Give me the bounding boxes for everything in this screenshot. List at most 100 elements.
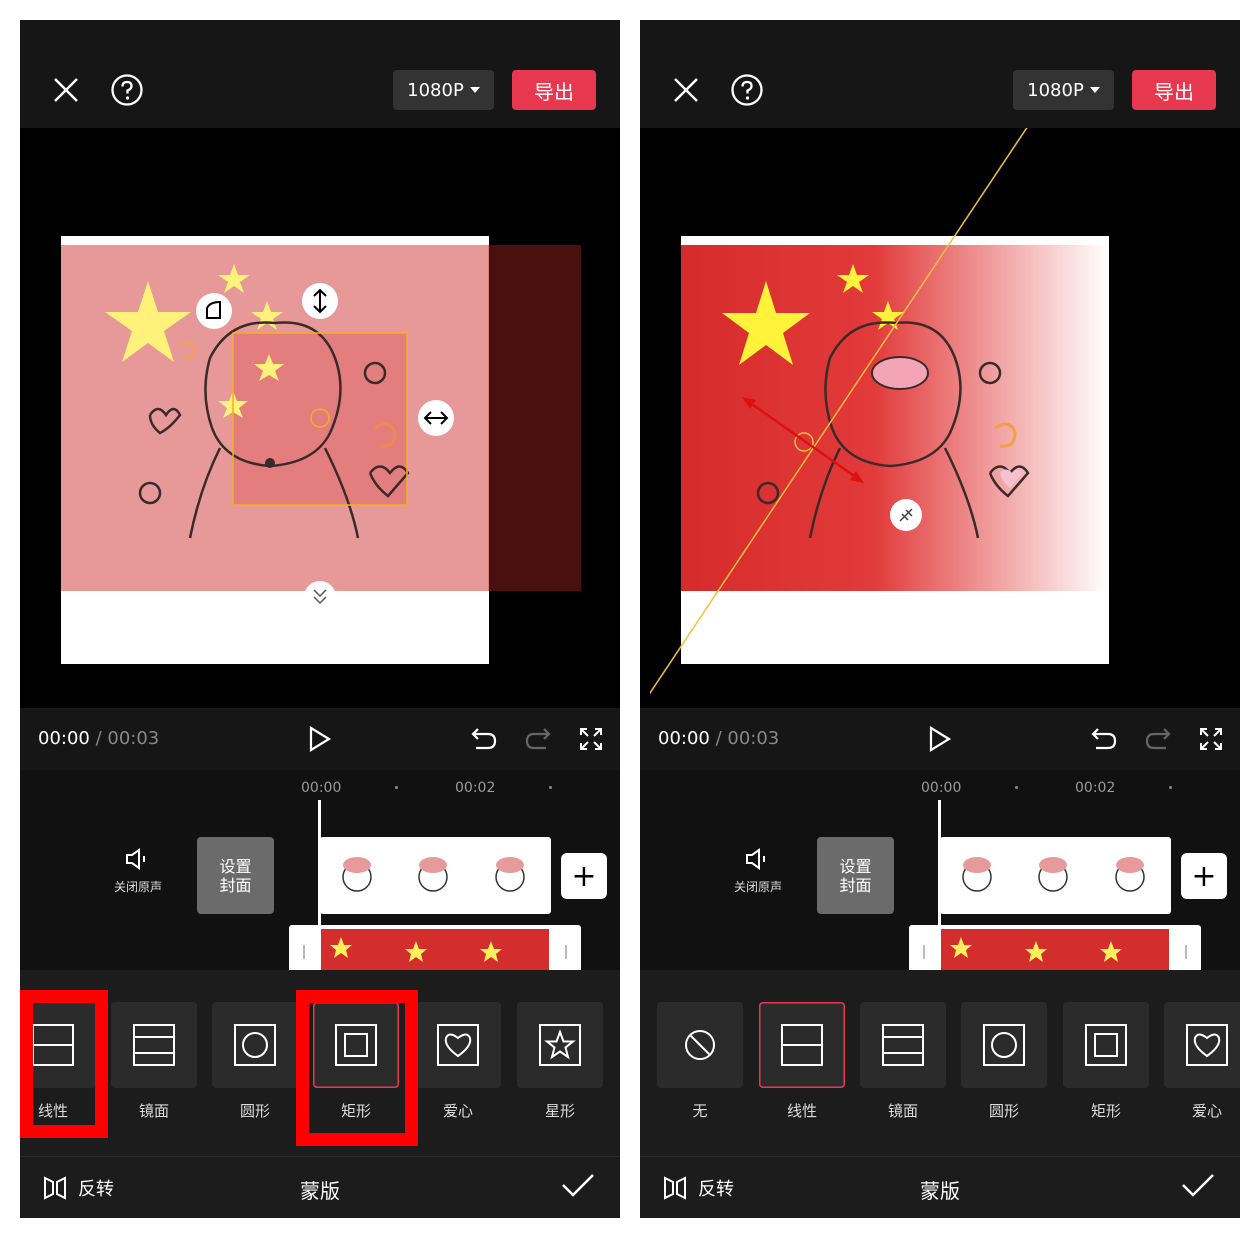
mask-linear-button[interactable] — [759, 1002, 845, 1088]
time-display: 00:00 / 00:03 — [658, 728, 779, 749]
mask-options: 线性 镜面 圆形 矩形 爱心 星形 — [20, 970, 620, 1156]
panel-title: 蒙版 — [300, 1179, 340, 1203]
preview-canvas[interactable] — [30, 128, 610, 708]
mask-heart-button[interactable] — [415, 1002, 501, 1088]
feather-handle — [890, 499, 922, 531]
cover-label: 设置封面 — [219, 856, 252, 895]
mask-label: 圆形 — [239, 1102, 270, 1120]
add-clip-button[interactable]: + — [1181, 853, 1227, 899]
total-time: 00:03 — [727, 728, 780, 749]
mask-none-button[interactable] — [657, 1002, 743, 1088]
mask-label: 星形 — [544, 1102, 575, 1120]
set-cover-button[interactable]: 设置封面 — [817, 837, 894, 914]
check-icon[interactable] — [1180, 1171, 1220, 1207]
play-icon[interactable] — [921, 720, 959, 758]
redo-icon[interactable] — [1139, 720, 1177, 758]
cover-label: 设置封面 — [839, 856, 872, 895]
set-cover-button[interactable]: 设置封面 — [197, 837, 274, 914]
mask-circle-button[interactable] — [961, 1002, 1047, 1088]
playback-bar: 00:00 / 00:03 — [640, 708, 1240, 770]
export-button[interactable]: 导出 — [1132, 70, 1216, 110]
video-clip[interactable] — [940, 837, 1171, 914]
editor-screen-right: 1080P 导出 00:00 / 00:03 00:00 00:02 关闭原声 … — [640, 20, 1240, 1218]
ruler-label: 00:02 — [455, 780, 496, 796]
ruler-dot — [1169, 786, 1172, 789]
trim-handle-right[interactable] — [565, 945, 567, 959]
top-bar: 1080P 导出 — [20, 20, 620, 128]
trim-handle-left[interactable] — [923, 945, 925, 959]
trim-handle-left[interactable] — [303, 945, 305, 959]
mask-label: 镜面 — [887, 1102, 918, 1120]
check-icon[interactable] — [560, 1171, 600, 1207]
time-separator: / — [89, 728, 108, 749]
mute-label: 关闭原声 — [733, 880, 782, 894]
trim-handle-right[interactable] — [1185, 945, 1187, 959]
time-display: 00:00 / 00:03 — [38, 728, 159, 749]
rectangle-icon — [1085, 1024, 1127, 1066]
mask-rectangle-button[interactable] — [1063, 1002, 1149, 1088]
close-icon[interactable] — [666, 70, 706, 110]
speaker-icon — [746, 848, 765, 870]
preview-image — [650, 128, 1109, 695]
mute-label: 关闭原声 — [113, 880, 162, 894]
undo-icon[interactable] — [1085, 720, 1123, 758]
overlay-clip[interactable] — [289, 925, 581, 970]
mask-heart-button[interactable] — [1164, 1002, 1240, 1088]
current-time: 00:00 — [658, 728, 710, 749]
flag-clip-thumbnail — [321, 929, 549, 970]
resolution-label: 1080P — [407, 79, 464, 101]
add-clip-button[interactable]: + — [561, 853, 607, 899]
preview-image — [61, 236, 581, 664]
mirror-icon — [133, 1024, 175, 1066]
timeline[interactable]: 00:00 00:02 关闭原声 设置封面 + — [640, 770, 1240, 970]
mask-options: 无 线性 镜面 圆形 矩形 爱心 — [640, 970, 1240, 1156]
linear-icon — [781, 1024, 823, 1066]
circle-icon — [234, 1024, 276, 1066]
mask-label: 爱心 — [442, 1102, 473, 1120]
mask-star-button[interactable] — [517, 1002, 603, 1088]
preview-canvas[interactable] — [650, 128, 1230, 708]
help-icon[interactable] — [727, 70, 767, 110]
time-separator: / — [709, 728, 728, 749]
fullscreen-icon[interactable] — [1192, 720, 1230, 758]
top-bar: 1080P 导出 — [640, 20, 1240, 128]
mirror-icon — [882, 1024, 924, 1066]
bottom-bar: 反转 蒙版 — [20, 1156, 620, 1218]
mask-circle-button[interactable] — [212, 1002, 298, 1088]
flag-clip-thumbnail — [941, 929, 1169, 970]
video-clip[interactable] — [320, 837, 551, 914]
timeline[interactable]: 00:00 00:02 关闭原声 设置封面 + — [20, 770, 620, 970]
mask-label: 圆形 — [988, 1102, 1019, 1120]
bottom-bar: 反转 蒙版 — [640, 1156, 1240, 1218]
fullscreen-icon[interactable] — [572, 720, 610, 758]
undo-icon[interactable] — [465, 720, 503, 758]
height-handle — [302, 283, 338, 319]
current-time: 00:00 — [38, 728, 90, 749]
mask-mirror-button[interactable] — [111, 1002, 197, 1088]
redo-icon[interactable] — [519, 720, 557, 758]
close-icon[interactable] — [46, 70, 86, 110]
clip-thumbnails — [962, 857, 1145, 892]
highlight-box — [20, 990, 108, 1138]
ruler-dot — [395, 786, 398, 789]
ruler-dot — [549, 786, 552, 789]
mask-label: 矩形 — [1090, 1102, 1121, 1120]
none-icon — [685, 1030, 715, 1060]
help-icon[interactable] — [107, 70, 147, 110]
heart-icon — [1186, 1024, 1228, 1066]
speaker-icon — [126, 848, 145, 870]
feather-handle — [304, 581, 336, 613]
total-time: 00:03 — [107, 728, 160, 749]
mute-audio-button[interactable]: 关闭原声 — [730, 848, 786, 895]
ruler-dot — [1015, 786, 1018, 789]
chevron-down-icon — [1089, 87, 1100, 93]
star-icon — [539, 1024, 581, 1066]
overlay-clip[interactable] — [909, 925, 1201, 970]
play-icon[interactable] — [301, 720, 339, 758]
resolution-button[interactable]: 1080P — [1013, 70, 1114, 110]
mask-mirror-button[interactable] — [860, 1002, 946, 1088]
circle-icon — [983, 1024, 1025, 1066]
export-button[interactable]: 导出 — [512, 70, 596, 110]
mute-audio-button[interactable]: 关闭原声 — [110, 848, 166, 895]
resolution-button[interactable]: 1080P — [393, 70, 494, 110]
